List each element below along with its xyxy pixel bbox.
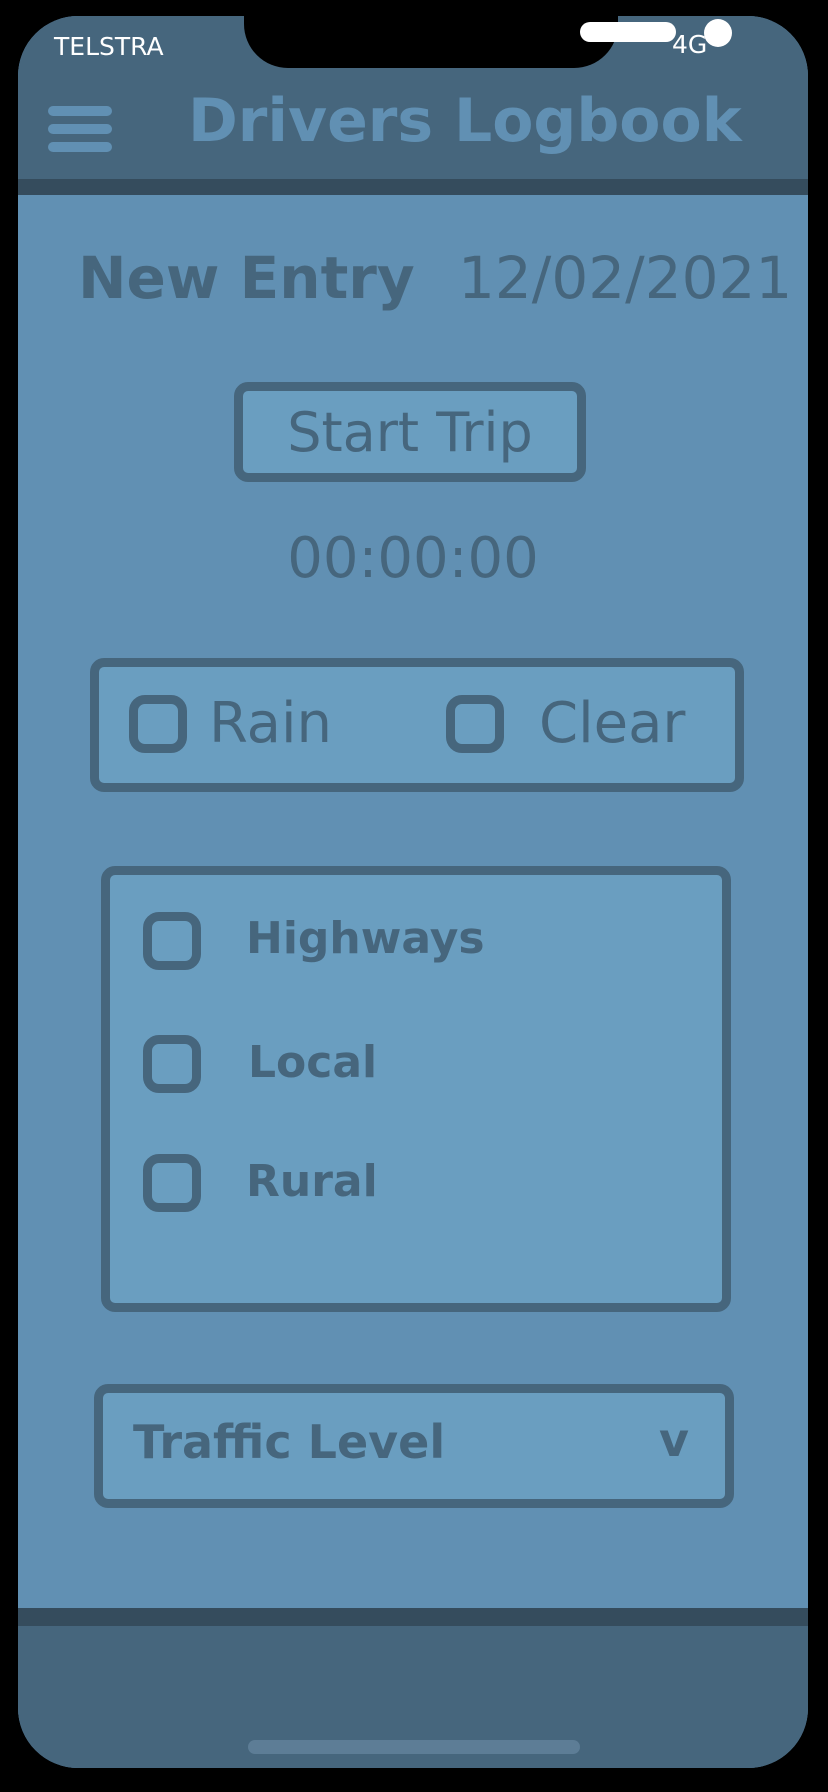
rain-checkbox[interactable]: [129, 695, 187, 753]
road-type-panel: Highways Local Rural: [101, 866, 731, 1312]
highways-checkbox[interactable]: [143, 912, 201, 970]
local-checkbox[interactable]: [143, 1035, 201, 1093]
camera-icon: [704, 19, 732, 47]
header-divider: [18, 179, 808, 195]
phone-frame: TELSTRA 4G Drivers Logbook New Entry 12/…: [18, 16, 808, 1768]
rural-checkbox[interactable]: [143, 1154, 201, 1212]
footer-divider: [18, 1608, 808, 1626]
weather-panel: Rain Clear: [90, 658, 744, 792]
rural-label: Rural: [246, 1156, 378, 1207]
traffic-level-dropdown[interactable]: Traffic Level v: [94, 1384, 734, 1508]
clear-checkbox[interactable]: [446, 695, 504, 753]
clear-label: Clear: [539, 691, 686, 756]
rain-label: Rain: [209, 691, 333, 756]
speaker-icon: [580, 22, 676, 42]
highways-label: Highways: [246, 913, 485, 964]
local-label: Local: [248, 1037, 378, 1088]
device-notch: [244, 16, 732, 68]
home-indicator[interactable]: [248, 1740, 580, 1754]
entry-date: 12/02/2021: [458, 244, 793, 312]
traffic-level-label: Traffic Level: [133, 1415, 446, 1469]
entry-title: New Entry: [78, 244, 415, 312]
carrier-label: TELSTRA: [54, 32, 164, 61]
chevron-down-icon: v: [659, 1413, 689, 1467]
start-trip-button[interactable]: Start Trip: [234, 382, 586, 482]
trip-timer: 00:00:00: [287, 526, 539, 591]
network-indicator: 4G: [672, 30, 708, 59]
app-title: Drivers Logbook: [188, 86, 742, 156]
hamburger-menu-icon[interactable]: [48, 106, 112, 156]
